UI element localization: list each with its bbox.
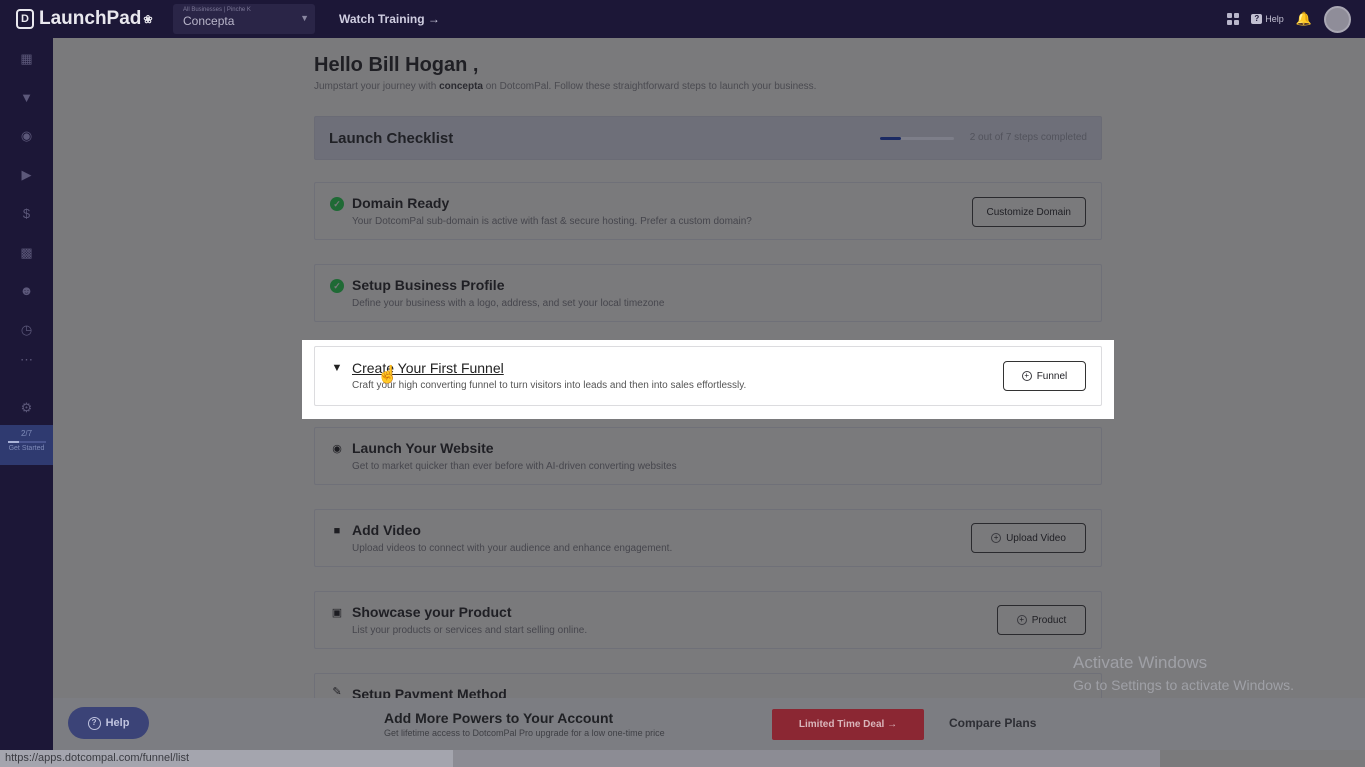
funnel-button-label: Funnel [1036, 370, 1068, 382]
settings-gear-icon[interactable]: ⚙ [18, 399, 35, 416]
item-desc: Upload videos to connect with your audie… [352, 543, 673, 554]
help-button-label: Help [105, 717, 130, 729]
help-menu[interactable]: ? Help [1251, 14, 1284, 24]
progress-fraction: 2/7 [20, 429, 33, 438]
checklist-item-funnel[interactable]: ▼ Create Your First Funnel Craft your hi… [314, 346, 1102, 406]
clock-icon[interactable]: ◷ [18, 321, 35, 338]
product-button[interactable]: + Product [997, 605, 1086, 635]
business-selector[interactable]: All Businesses | Pinche K Concepta ▼ [173, 4, 315, 34]
page-title: Hello Bill Hogan , [314, 54, 479, 76]
item-title: Showcase your Product [352, 604, 512, 620]
help-icon: ? [87, 716, 101, 730]
help-icon: ? [1251, 14, 1263, 24]
check-circle-icon: ✓ [330, 197, 344, 211]
item-title: Launch Your Website [352, 440, 494, 456]
browser-status-bar: https://apps.dotcompal.com/funnel/list [0, 750, 1160, 767]
watermark-line-1: Activate Windows [1073, 653, 1208, 672]
launch-checklist-header: Launch Checklist 2 out of 7 steps comple… [314, 116, 1102, 160]
checklist-item-domain[interactable]: ✓ Domain Ready Your DotcomPal sub-domain… [314, 182, 1102, 240]
brand-logo[interactable]: D LaunchPad ❀ [16, 8, 166, 30]
watch-training-link[interactable]: Watch Training → [339, 12, 440, 26]
item-desc: List your products or services and start… [352, 625, 588, 636]
top-bar: D LaunchPad ❀ All Businesses | Pinche K … [0, 0, 1365, 38]
compare-plans-link[interactable]: Compare Plans [949, 716, 1036, 730]
business-name: Concepta [183, 14, 235, 28]
plus-circle-icon: + [1021, 371, 1032, 381]
funnel-button[interactable]: + Funnel [1003, 361, 1086, 391]
business-name-highlight: concepta [439, 81, 483, 92]
get-started-progress[interactable]: 2/7 Get Started [0, 425, 53, 465]
checklist-item-video[interactable]: ■ Add Video Upload videos to connect wit… [314, 509, 1102, 567]
progress-bar [7, 441, 46, 443]
chevron-down-icon: ▼ [300, 13, 309, 23]
limited-time-deal-button[interactable]: Limited Time Deal → [772, 709, 924, 740]
funnel-icon[interactable]: ▼ [18, 89, 35, 106]
activate-windows-watermark: Activate Windows Go to Settings to activ… [1073, 653, 1294, 693]
hand-cursor-icon: ☝ [377, 365, 399, 384]
check-circle-icon: ✓ [330, 279, 344, 293]
checklist-item-payment[interactable]: ✎ Setup Payment Method [314, 673, 1102, 699]
create-funnel-link[interactable]: Create Your First Funnel [352, 360, 504, 376]
item-desc: Get to market quicker than ever before w… [352, 461, 677, 472]
video-icon: ■ [333, 525, 341, 537]
dollar-icon[interactable]: $ [18, 205, 35, 222]
item-title: Add Video [352, 522, 421, 538]
plus-circle-icon: + [991, 533, 1002, 543]
promo-title: Add More Powers to Your Account [384, 710, 614, 726]
leaf-icon: ❀ [143, 13, 153, 26]
upload-video-button[interactable]: + Upload Video [971, 523, 1086, 553]
help-label: Help [1265, 14, 1284, 24]
page-subtitle: Jumpstart your journey with concepta on … [314, 81, 817, 92]
checklist-progress-bar [880, 137, 954, 140]
item-desc: Your DotcomPal sub-domain is active with… [352, 216, 752, 227]
product-button-label: Product [1031, 614, 1067, 626]
item-desc: Craft your high converting funnel to tur… [352, 380, 747, 391]
more-icon[interactable]: ⋯ [18, 351, 35, 368]
globe-icon: ◉ [332, 443, 342, 455]
customize-domain-button[interactable]: Customize Domain [971, 197, 1086, 227]
checklist-progress-text: 2 out of 7 steps completed [969, 132, 1087, 143]
brand-name: LaunchPad [39, 8, 142, 29]
plus-circle-icon: + [1016, 615, 1027, 625]
checklist-title: Launch Checklist [329, 130, 454, 147]
promo-subtitle: Get lifetime access to DotcomPal Pro upg… [384, 728, 665, 738]
user-avatar[interactable] [1324, 5, 1351, 33]
checklist-item-business-profile[interactable]: ✓ Setup Business Profile Define your bus… [314, 264, 1102, 322]
product-box-icon: ▣ [331, 607, 343, 619]
help-button[interactable]: ? Help [68, 707, 149, 739]
launchpad-logo-icon: D [16, 9, 34, 29]
dashboard-icon[interactable]: ▦ [18, 50, 35, 67]
stamp-icon[interactable]: ▩ [18, 244, 35, 261]
payment-icon: ✎ [332, 686, 342, 698]
globe-icon[interactable]: ◉ [18, 127, 35, 144]
apps-grid-icon[interactable] [1227, 13, 1240, 25]
community-icon[interactable]: ☻ [18, 282, 35, 299]
checklist-item-product[interactable]: ▣ Showcase your Product List your produc… [314, 591, 1102, 649]
sidebar: ▦ ▼ ◉ ▶ $ ▩ ☻ ◷ ⋯ ⚙ 2/7 Get Started [0, 38, 53, 767]
get-started-label: Get Started [8, 445, 45, 452]
item-title: Domain Ready [352, 195, 450, 211]
upgrade-banner [53, 698, 1365, 750]
checklist-item-website[interactable]: ◉ Launch Your Website Get to market quic… [314, 427, 1102, 485]
status-url: https://apps.dotcompal.com/funnel/list [0, 750, 453, 767]
item-desc: Define your business with a logo, addres… [352, 298, 665, 309]
video-icon[interactable]: ▶ [18, 166, 35, 183]
notification-bell-icon[interactable]: 🔔 [1296, 11, 1312, 27]
business-selector-caption: All Businesses | Pinche K [183, 7, 251, 13]
upload-video-label: Upload Video [1006, 532, 1066, 544]
item-title: Setup Business Profile [352, 277, 505, 293]
funnel-icon: ▼ [331, 362, 343, 374]
watermark-line-2: Go to Settings to activate Windows. [1073, 677, 1294, 693]
